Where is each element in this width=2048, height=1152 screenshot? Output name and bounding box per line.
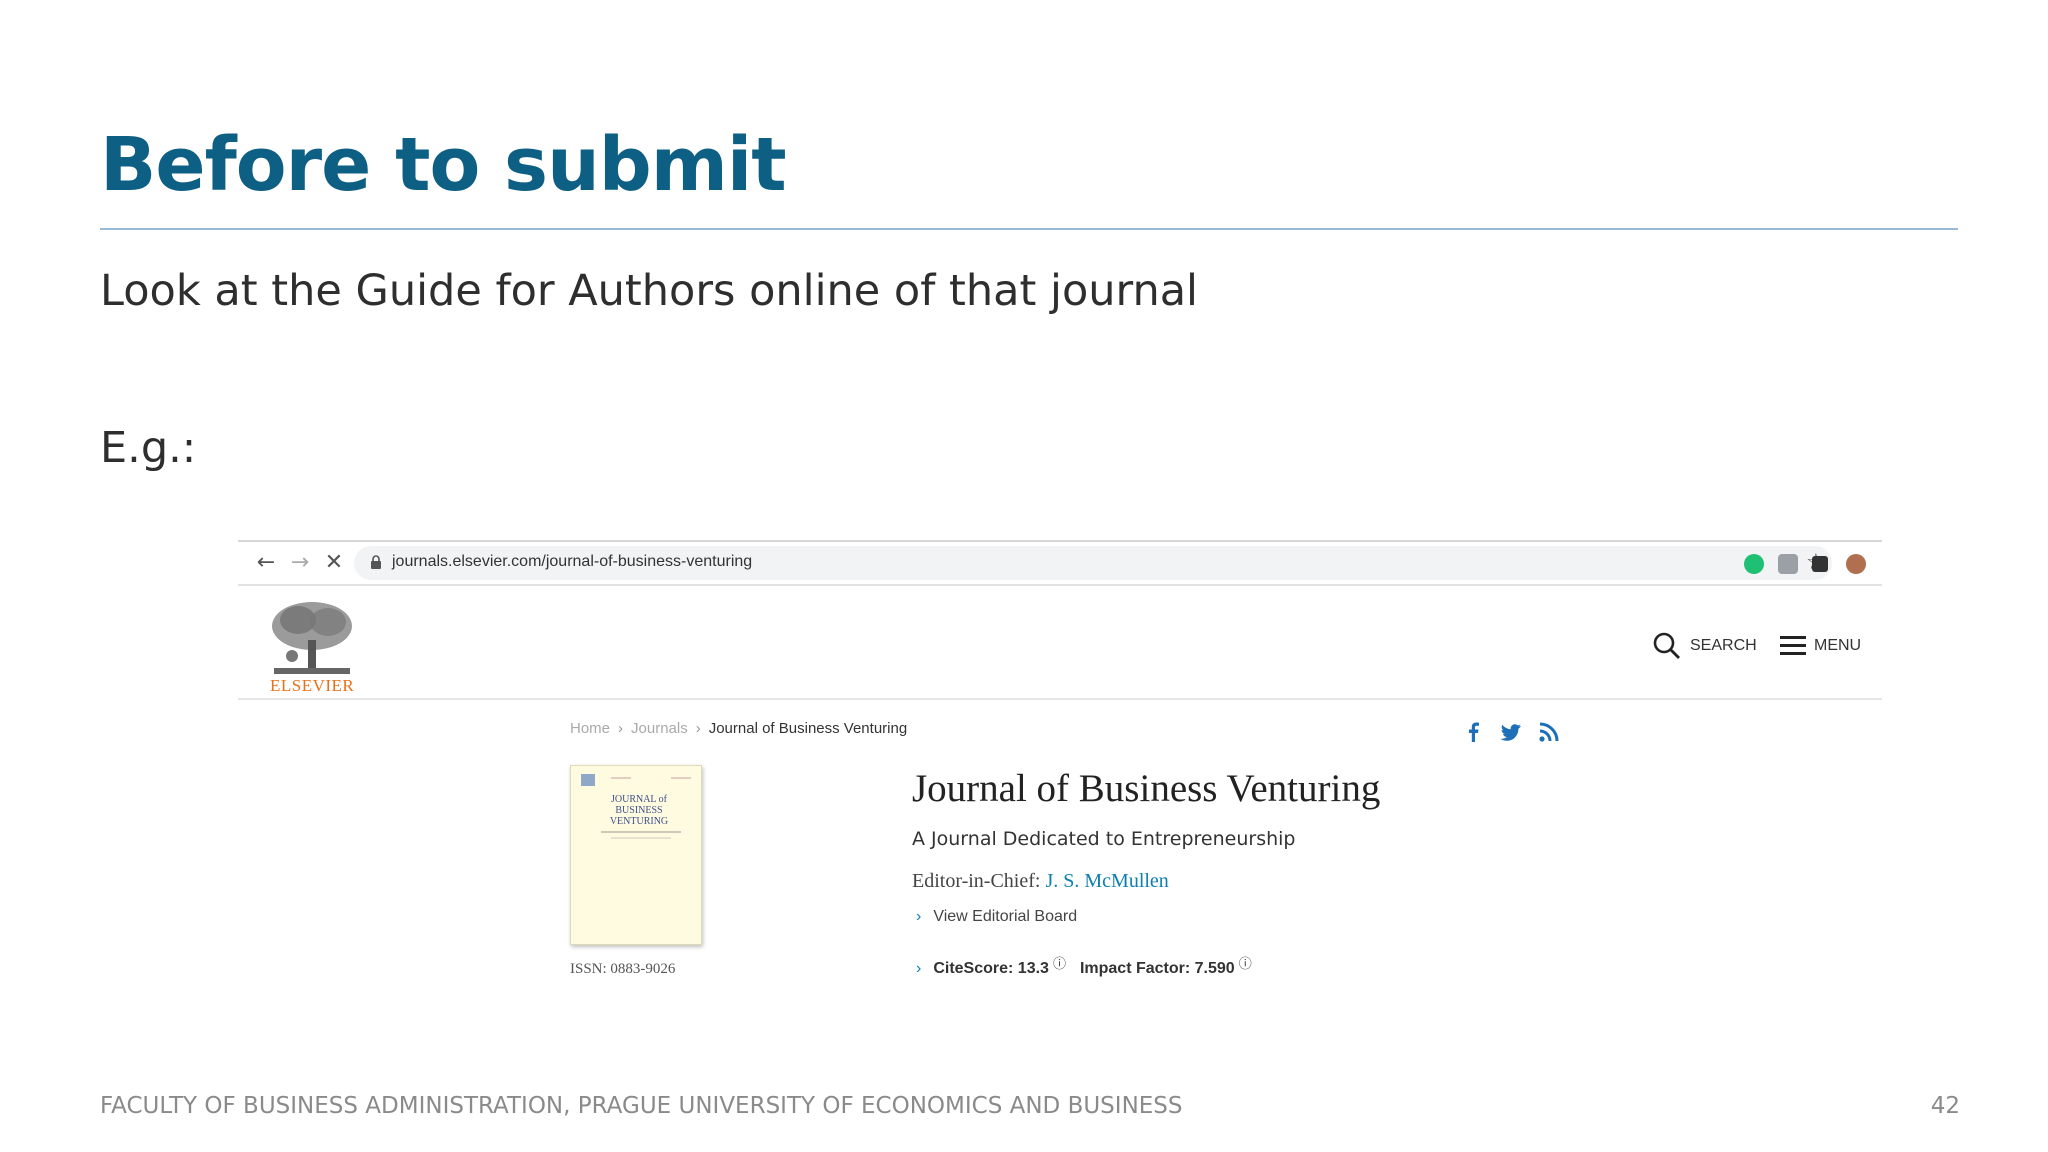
- journal-cover-image[interactable]: JOURNAL of BUSINESS VENTURING: [570, 765, 702, 945]
- page-number: 42: [1930, 1093, 1960, 1119]
- menu-button[interactable]: MENU: [1780, 630, 1861, 662]
- elsevier-tree-logo-icon[interactable]: [268, 600, 356, 676]
- forward-arrow-icon[interactable]: →: [286, 548, 314, 578]
- journal-title: Journal of Business Venturing: [912, 767, 1381, 810]
- search-button[interactable]: SEARCH: [1652, 630, 1757, 662]
- elsevier-wordmark: ELSEVIER: [270, 676, 355, 695]
- journal-cover-art: [581, 774, 691, 839]
- breadcrumb-home[interactable]: Home: [570, 720, 610, 737]
- journal-subtitle: A Journal Dedicated to Entrepreneurship: [912, 828, 1296, 850]
- stop-loading-icon[interactable]: ✕: [320, 548, 348, 578]
- info-icon[interactable]: ⓘ: [1053, 956, 1066, 971]
- view-editorial-board-link[interactable]: › View Editorial Board: [916, 908, 1077, 926]
- rss-feed-icon[interactable]: [1538, 721, 1560, 743]
- extension-icon[interactable]: [1778, 554, 1798, 574]
- editor-name-link[interactable]: J. S. McMullen: [1045, 870, 1168, 892]
- title-divider: [100, 228, 1958, 230]
- grammarly-extension-icon[interactable]: [1744, 554, 1764, 574]
- address-bar[interactable]: journals.elsevier.com/journal-of-busines…: [354, 546, 1832, 580]
- hamburger-menu-icon: [1780, 636, 1806, 655]
- url-text: journals.elsevier.com/journal-of-busines…: [392, 553, 753, 570]
- breadcrumb: Home › Journals › Journal of Business Ventur…: [570, 720, 908, 737]
- twitter-icon[interactable]: [1500, 721, 1522, 743]
- editor-label: Editor-in-Chief:: [912, 870, 1041, 892]
- editorial-board-label: View Editorial Board: [933, 908, 1078, 925]
- embedded-browser-screenshot: ← → ✕ journals.elsevier.com/journal-of-b…: [238, 540, 1882, 1010]
- slide-title: Before to submit: [100, 122, 787, 208]
- impact-factor-value: Impact Factor: 7.590: [1079, 960, 1235, 977]
- breadcrumb-current: Journal of Business Venturing: [708, 720, 908, 737]
- citescore-value: CiteScore: 13.3: [933, 960, 1049, 977]
- back-arrow-icon[interactable]: ←: [252, 548, 280, 578]
- breadcrumb-journals[interactable]: Journals: [631, 720, 688, 737]
- journal-metrics[interactable]: › CiteScore: 13.3 ⓘ Impact Factor: 7.590 ⓘ: [916, 956, 1266, 978]
- site-header: ELSEVIER SEARCH MENU: [238, 588, 1882, 700]
- example-label: E.g.:: [100, 423, 197, 473]
- menu-label: MENU: [1814, 637, 1862, 654]
- facebook-icon[interactable]: [1463, 721, 1485, 743]
- search-label: SEARCH: [1690, 637, 1757, 654]
- issn-text: ISSN: 0883-9026: [570, 961, 676, 977]
- info-icon[interactable]: ⓘ: [1239, 956, 1252, 971]
- search-icon: [1653, 632, 1680, 659]
- lock-icon: [371, 555, 381, 569]
- puzzle-extensions-icon[interactable]: [1812, 556, 1828, 572]
- slide-footer: FACULTY OF BUSINESS ADMINISTRATION, PRAG…: [100, 1093, 1183, 1119]
- chevron-right-icon: ›: [916, 908, 922, 925]
- profile-avatar[interactable]: [1846, 554, 1866, 574]
- chevron-right-icon: ›: [916, 960, 922, 977]
- slide-subtitle: Look at the Guide for Authors online of …: [100, 266, 1198, 316]
- browser-toolbar: ← → ✕ journals.elsevier.com/journal-of-b…: [238, 540, 1882, 586]
- cover-journal-name: JOURNAL of BUSINESS VENTURING: [609, 794, 669, 827]
- editor-in-chief: Editor-in-Chief: J. S. McMullen: [912, 870, 1169, 893]
